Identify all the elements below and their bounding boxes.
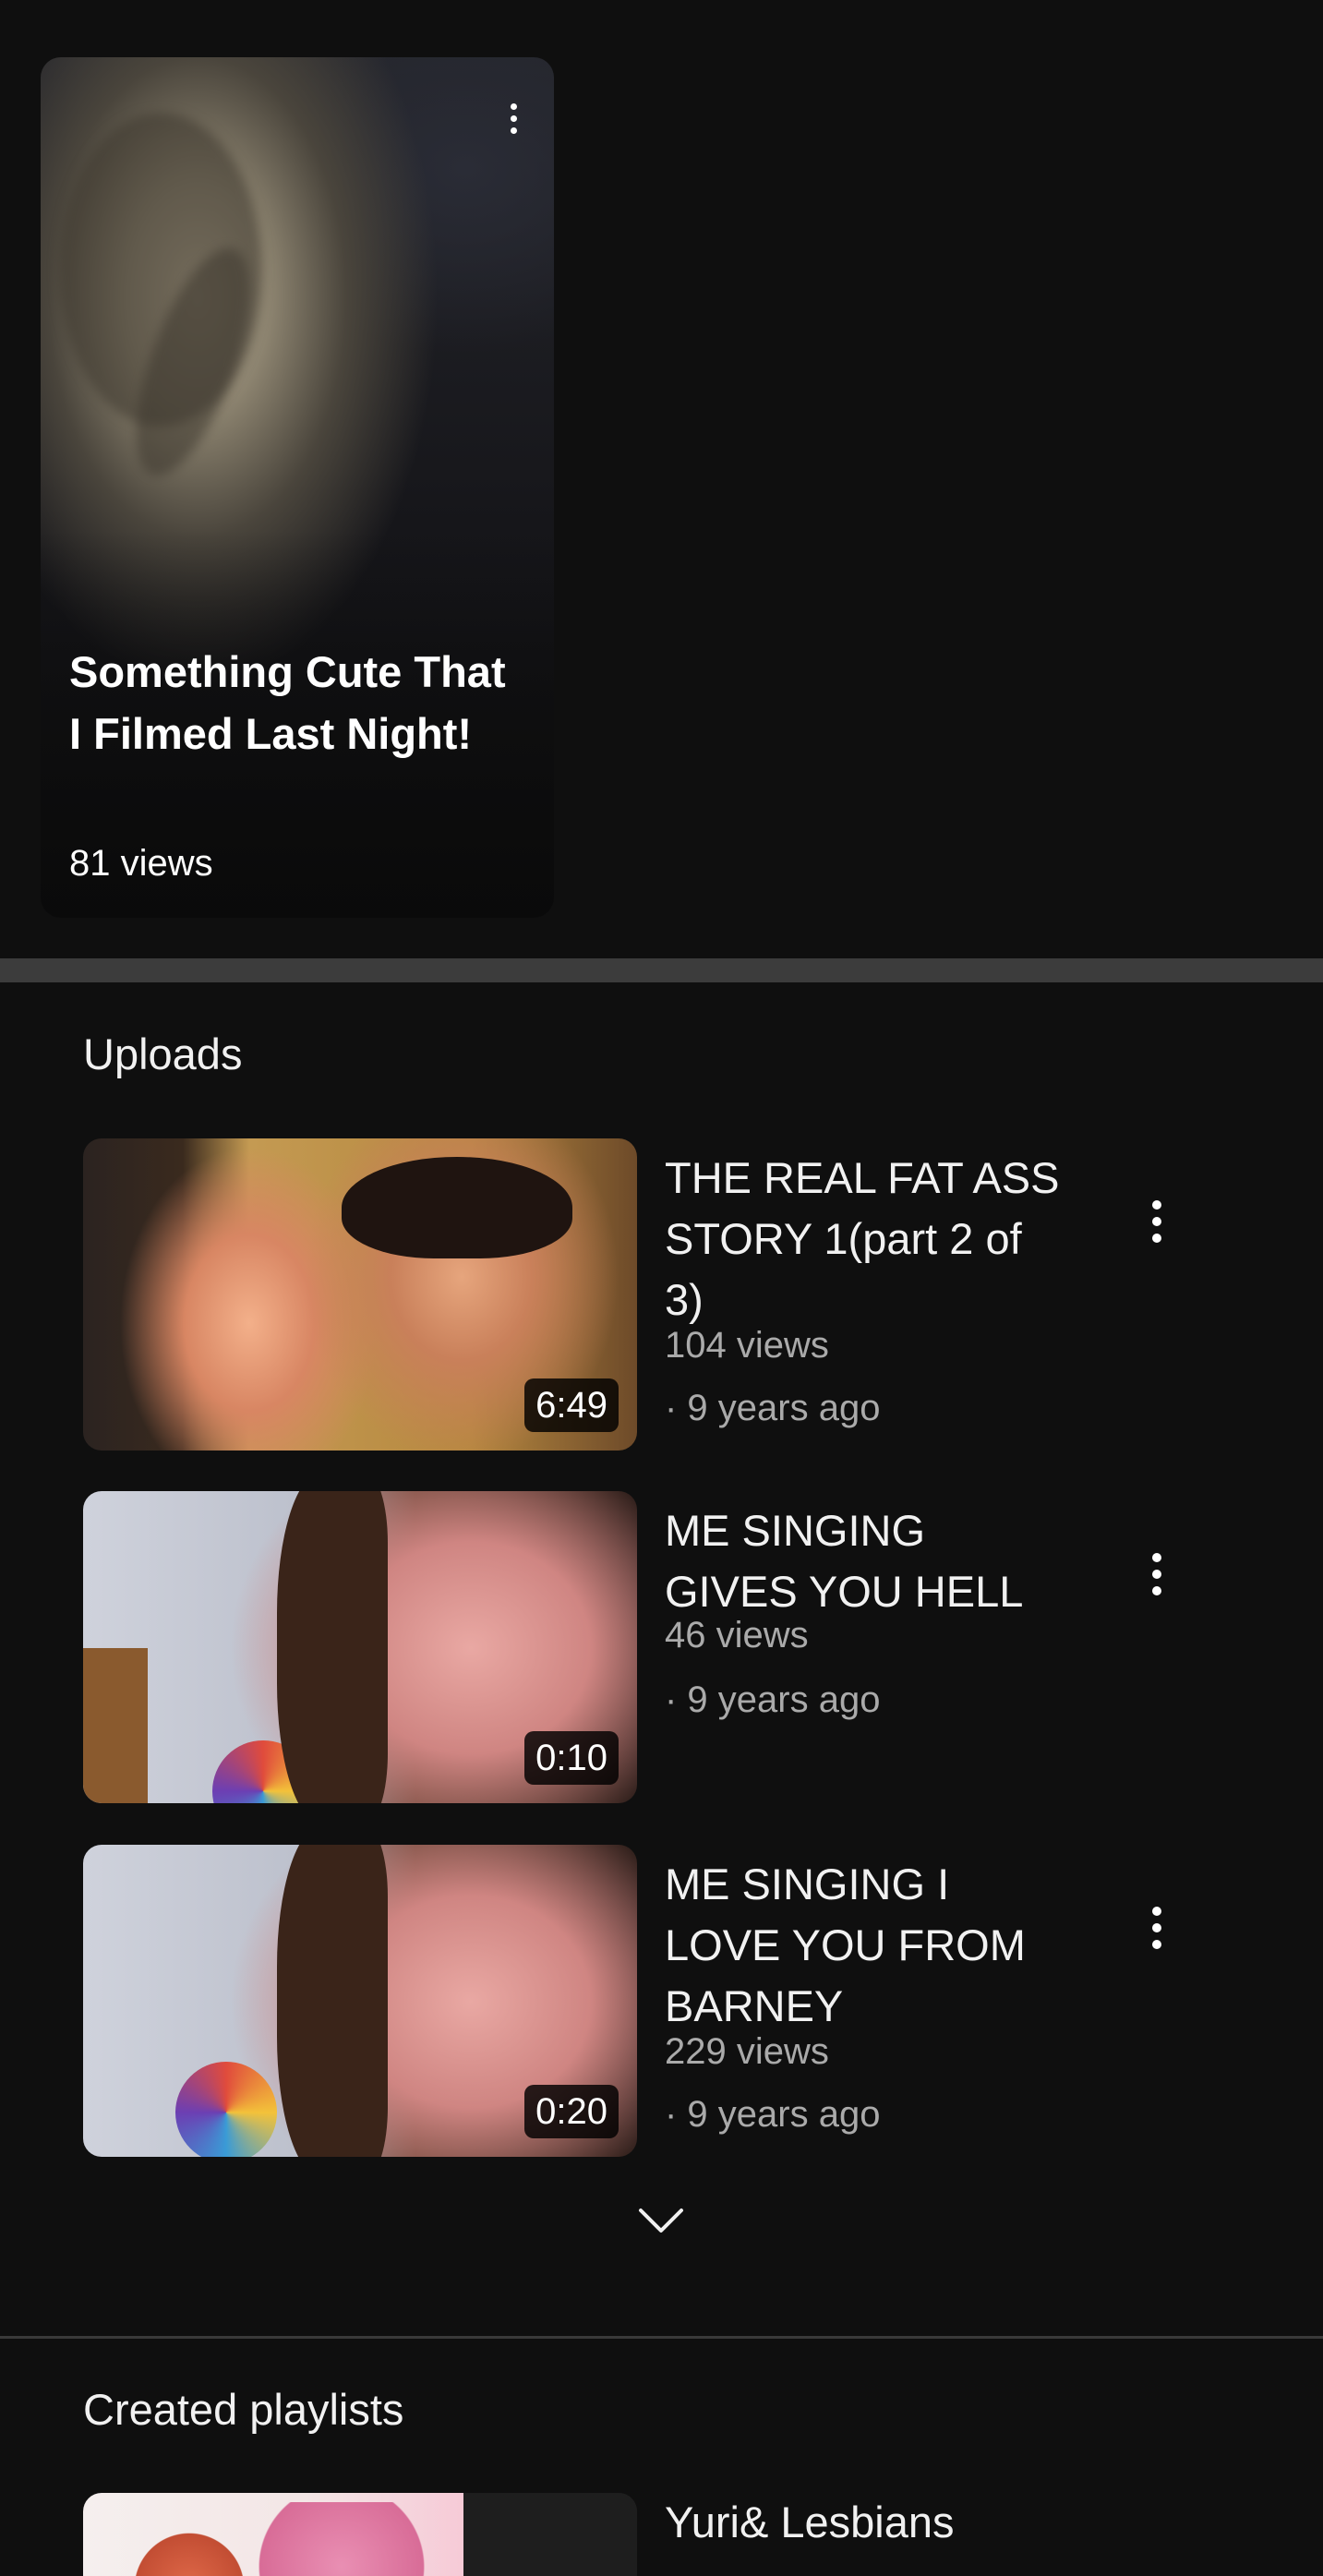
section-divider <box>0 2336 1323 2339</box>
short-card[interactable]: Something Cute That I Filmed Last Night!… <box>41 57 554 918</box>
chevron-down-icon <box>639 2209 683 2233</box>
video-more-button[interactable] <box>1138 1537 1175 1611</box>
video-views: 104 views <box>665 1325 829 1366</box>
video-row[interactable]: 0:10 ME SINGING GIVES YOU HELL 46 views … <box>83 1491 1323 1803</box>
video-views: 46 views <box>665 1615 809 1655</box>
more-vert-icon <box>510 102 517 110</box>
playlists-heading: Created playlists <box>83 2385 404 2434</box>
more-vert-icon-dot <box>1152 1923 1161 1932</box>
short-title: Something Cute That I Filmed Last Night! <box>69 647 506 758</box>
expand-uploads-button[interactable] <box>633 2197 689 2242</box>
duration-badge: 0:10 <box>524 1731 619 1785</box>
short-more-button[interactable] <box>499 90 528 146</box>
video-thumbnail[interactable]: 0:10 <box>83 1491 637 1803</box>
playlist-title[interactable]: Yuri& Lesbians <box>665 2495 955 2550</box>
video-title[interactable]: ME SINGING GIVES YOU HELL <box>665 1500 1062 1622</box>
more-vert-icon <box>1152 1907 1161 1916</box>
thumbnail-detail <box>83 1648 148 1803</box>
more-vert-icon <box>1152 1200 1161 1210</box>
thumbnail-detail <box>277 1845 388 2157</box>
video-age: · 9 years ago <box>665 1679 881 1720</box>
video-more-button[interactable] <box>1138 1891 1175 1965</box>
thumbnail-detail <box>277 1491 388 1803</box>
video-more-button[interactable] <box>1138 1185 1175 1258</box>
more-vert-icon-dot <box>1152 1234 1161 1243</box>
more-vert-icon-dot <box>510 114 517 122</box>
more-vert-icon-dot <box>510 126 517 134</box>
more-vert-icon <box>1152 1553 1161 1562</box>
video-thumbnail[interactable]: 6:49 <box>83 1138 637 1451</box>
video-row[interactable]: 6:49 THE REAL FAT ASS STORY 1(part 2 of … <box>83 1138 1323 1451</box>
duration-badge: 6:49 <box>524 1378 619 1432</box>
thumbnail-detail <box>222 2502 462 2576</box>
uploads-heading: Uploads <box>83 1029 243 1078</box>
more-vert-icon-dot <box>1152 1586 1161 1595</box>
short-views: 81 views <box>69 843 213 884</box>
video-thumbnail[interactable]: 0:20 <box>83 1845 637 2157</box>
thumbnail-detail <box>175 2062 277 2157</box>
video-title[interactable]: THE REAL FAT ASS STORY 1(part 2 of 3) <box>665 1148 1062 1330</box>
more-vert-icon-dot <box>1152 1570 1161 1579</box>
section-separator <box>0 958 1323 982</box>
video-row[interactable]: 0:20 ME SINGING I LOVE YOU FROM BARNEY 2… <box>83 1845 1323 2157</box>
more-vert-icon-dot <box>1152 1940 1161 1949</box>
thumbnail-detail <box>342 1157 572 1258</box>
duration-badge: 0:20 <box>524 2085 619 2138</box>
video-views: 229 views <box>665 2031 829 2072</box>
thumbnail-detail <box>463 2493 637 2576</box>
video-age: · 9 years ago <box>665 2094 881 2135</box>
more-vert-icon-dot <box>1152 1217 1161 1226</box>
video-age: · 9 years ago <box>665 1388 881 1428</box>
video-title[interactable]: ME SINGING I LOVE YOU FROM BARNEY <box>665 1854 1062 2037</box>
playlist-thumbnail[interactable] <box>83 2493 637 2576</box>
